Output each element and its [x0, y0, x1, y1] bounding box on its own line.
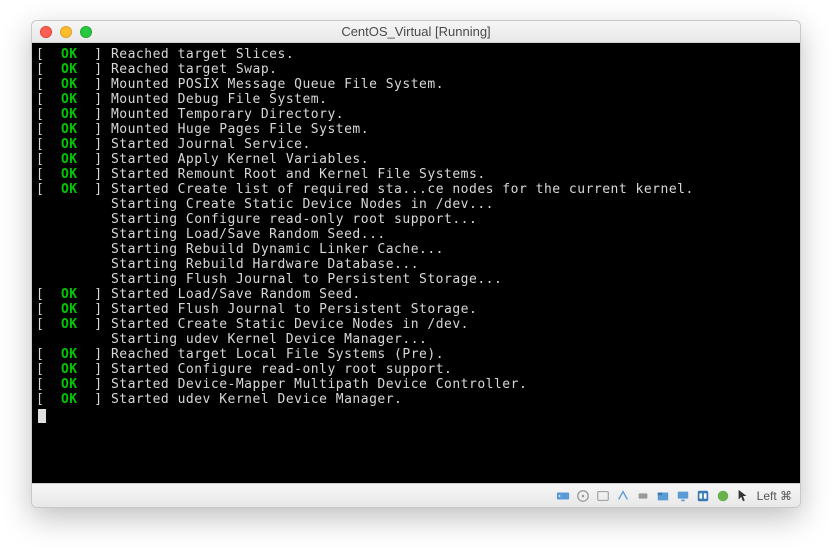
display-icon[interactable] — [675, 488, 691, 504]
console-line: [ OK ] Mounted Huge Pages File System. — [36, 122, 796, 137]
status-ok: OK — [61, 62, 78, 77]
console-line: [ OK ] Started Create Static Device Node… — [36, 317, 796, 332]
console-line: [ OK ] Mounted Debug File System. — [36, 92, 796, 107]
console-line: [ OK ] Started udev Kernel Device Manage… — [36, 392, 796, 407]
console-line: [ OK ] Started Configure read-only root … — [36, 362, 796, 377]
status-ok: OK — [61, 377, 78, 392]
console-line: [ OK ] Reached target Local File Systems… — [36, 347, 796, 362]
console-line: [ OK ] Reached target Swap. — [36, 62, 796, 77]
console-line: [ OK ] Reached target Slices. — [36, 47, 796, 62]
console-line: [ OK ] Started Load/Save Random Seed. — [36, 287, 796, 302]
optical-drive-icon[interactable] — [575, 488, 591, 504]
status-ok: OK — [61, 302, 78, 317]
console-line: Starting Flush Journal to Persistent Sto… — [36, 272, 796, 287]
status-ok: OK — [61, 182, 78, 197]
console-message: Mounted Temporary Directory. — [111, 107, 344, 122]
traffic-lights — [32, 26, 92, 38]
network-icon[interactable] — [615, 488, 631, 504]
console-message: Started udev Kernel Device Manager. — [111, 392, 402, 407]
console-message: Reached target Local File Systems (Pre). — [111, 347, 444, 362]
console-line: Starting udev Kernel Device Manager... — [36, 332, 796, 347]
console-line: [ OK ] Started Device-Mapper Multipath D… — [36, 377, 796, 392]
console-line: [ OK ] Started Journal Service. — [36, 137, 796, 152]
console-message: Started Journal Service. — [111, 137, 311, 152]
status-ok: OK — [61, 122, 78, 137]
console-line: [ OK ] Mounted POSIX Message Queue File … — [36, 77, 796, 92]
recording-icon[interactable] — [695, 488, 711, 504]
console-line: [ OK ] Mounted Temporary Directory. — [36, 107, 796, 122]
status-ok: OK — [61, 287, 78, 302]
mouse-integration-icon[interactable] — [735, 488, 751, 504]
shared-folders-icon[interactable] — [655, 488, 671, 504]
status-ok: OK — [61, 347, 78, 362]
guest-additions-icon[interactable] — [715, 488, 731, 504]
console-line: Starting Create Static Device Nodes in /… — [36, 197, 796, 212]
status-ok: OK — [61, 152, 78, 167]
statusbar: Left ⌘ — [32, 483, 800, 507]
console-message: Mounted Debug File System. — [111, 92, 328, 107]
vm-console[interactable]: [ OK ] Reached target Slices.[ OK ] Reac… — [32, 43, 800, 483]
console-message: Started Device-Mapper Multipath Device C… — [111, 377, 527, 392]
status-ok: OK — [61, 137, 78, 152]
status-ok: OK — [61, 392, 78, 407]
status-ok: OK — [61, 92, 78, 107]
hostkey-indicator[interactable]: Left ⌘ — [755, 489, 794, 503]
console-message: Mounted Huge Pages File System. — [111, 122, 369, 137]
close-button[interactable] — [40, 26, 52, 38]
console-line: Starting Configure read-only root suppor… — [36, 212, 796, 227]
console-message: Reached target Slices. — [111, 47, 294, 62]
status-ok: OK — [61, 362, 78, 377]
minimize-button[interactable] — [60, 26, 72, 38]
console-message: Started Apply Kernel Variables. — [111, 152, 369, 167]
console-message: Started Flush Journal to Persistent Stor… — [111, 302, 477, 317]
hard-disk-icon[interactable] — [555, 488, 571, 504]
console-message: Reached target Swap. — [111, 62, 278, 77]
status-ok: OK — [61, 317, 78, 332]
audio-icon[interactable] — [595, 488, 611, 504]
console-line: [ OK ] Started Remount Root and Kernel F… — [36, 167, 796, 182]
console-line: [ OK ] Started Flush Journal to Persiste… — [36, 302, 796, 317]
cursor — [38, 409, 46, 423]
status-ok: OK — [61, 47, 78, 62]
console-message: Started Configure read-only root support… — [111, 362, 452, 377]
console-message: Started Remount Root and Kernel File Sys… — [111, 167, 486, 182]
console-message: Started Create Static Device Nodes in /d… — [111, 317, 469, 332]
console-message: Mounted POSIX Message Queue File System. — [111, 77, 444, 92]
console-line: [ OK ] Started Create list of required s… — [36, 182, 796, 197]
console-line: Starting Rebuild Dynamic Linker Cache... — [36, 242, 796, 257]
console-message: Started Create list of required sta...ce… — [111, 182, 694, 197]
status-ok: OK — [61, 77, 78, 92]
status-ok: OK — [61, 167, 78, 182]
titlebar[interactable]: CentOS_Virtual [Running] — [32, 21, 800, 43]
zoom-button[interactable] — [80, 26, 92, 38]
console-message: Started Load/Save Random Seed. — [111, 287, 361, 302]
status-ok: OK — [61, 107, 78, 122]
window-title: CentOS_Virtual [Running] — [32, 24, 800, 39]
vm-window: CentOS_Virtual [Running] [ OK ] Reached … — [31, 20, 801, 508]
console-line: Starting Rebuild Hardware Database... — [36, 257, 796, 272]
console-line: Starting Load/Save Random Seed... — [36, 227, 796, 242]
console-line: [ OK ] Started Apply Kernel Variables. — [36, 152, 796, 167]
usb-icon[interactable] — [635, 488, 651, 504]
